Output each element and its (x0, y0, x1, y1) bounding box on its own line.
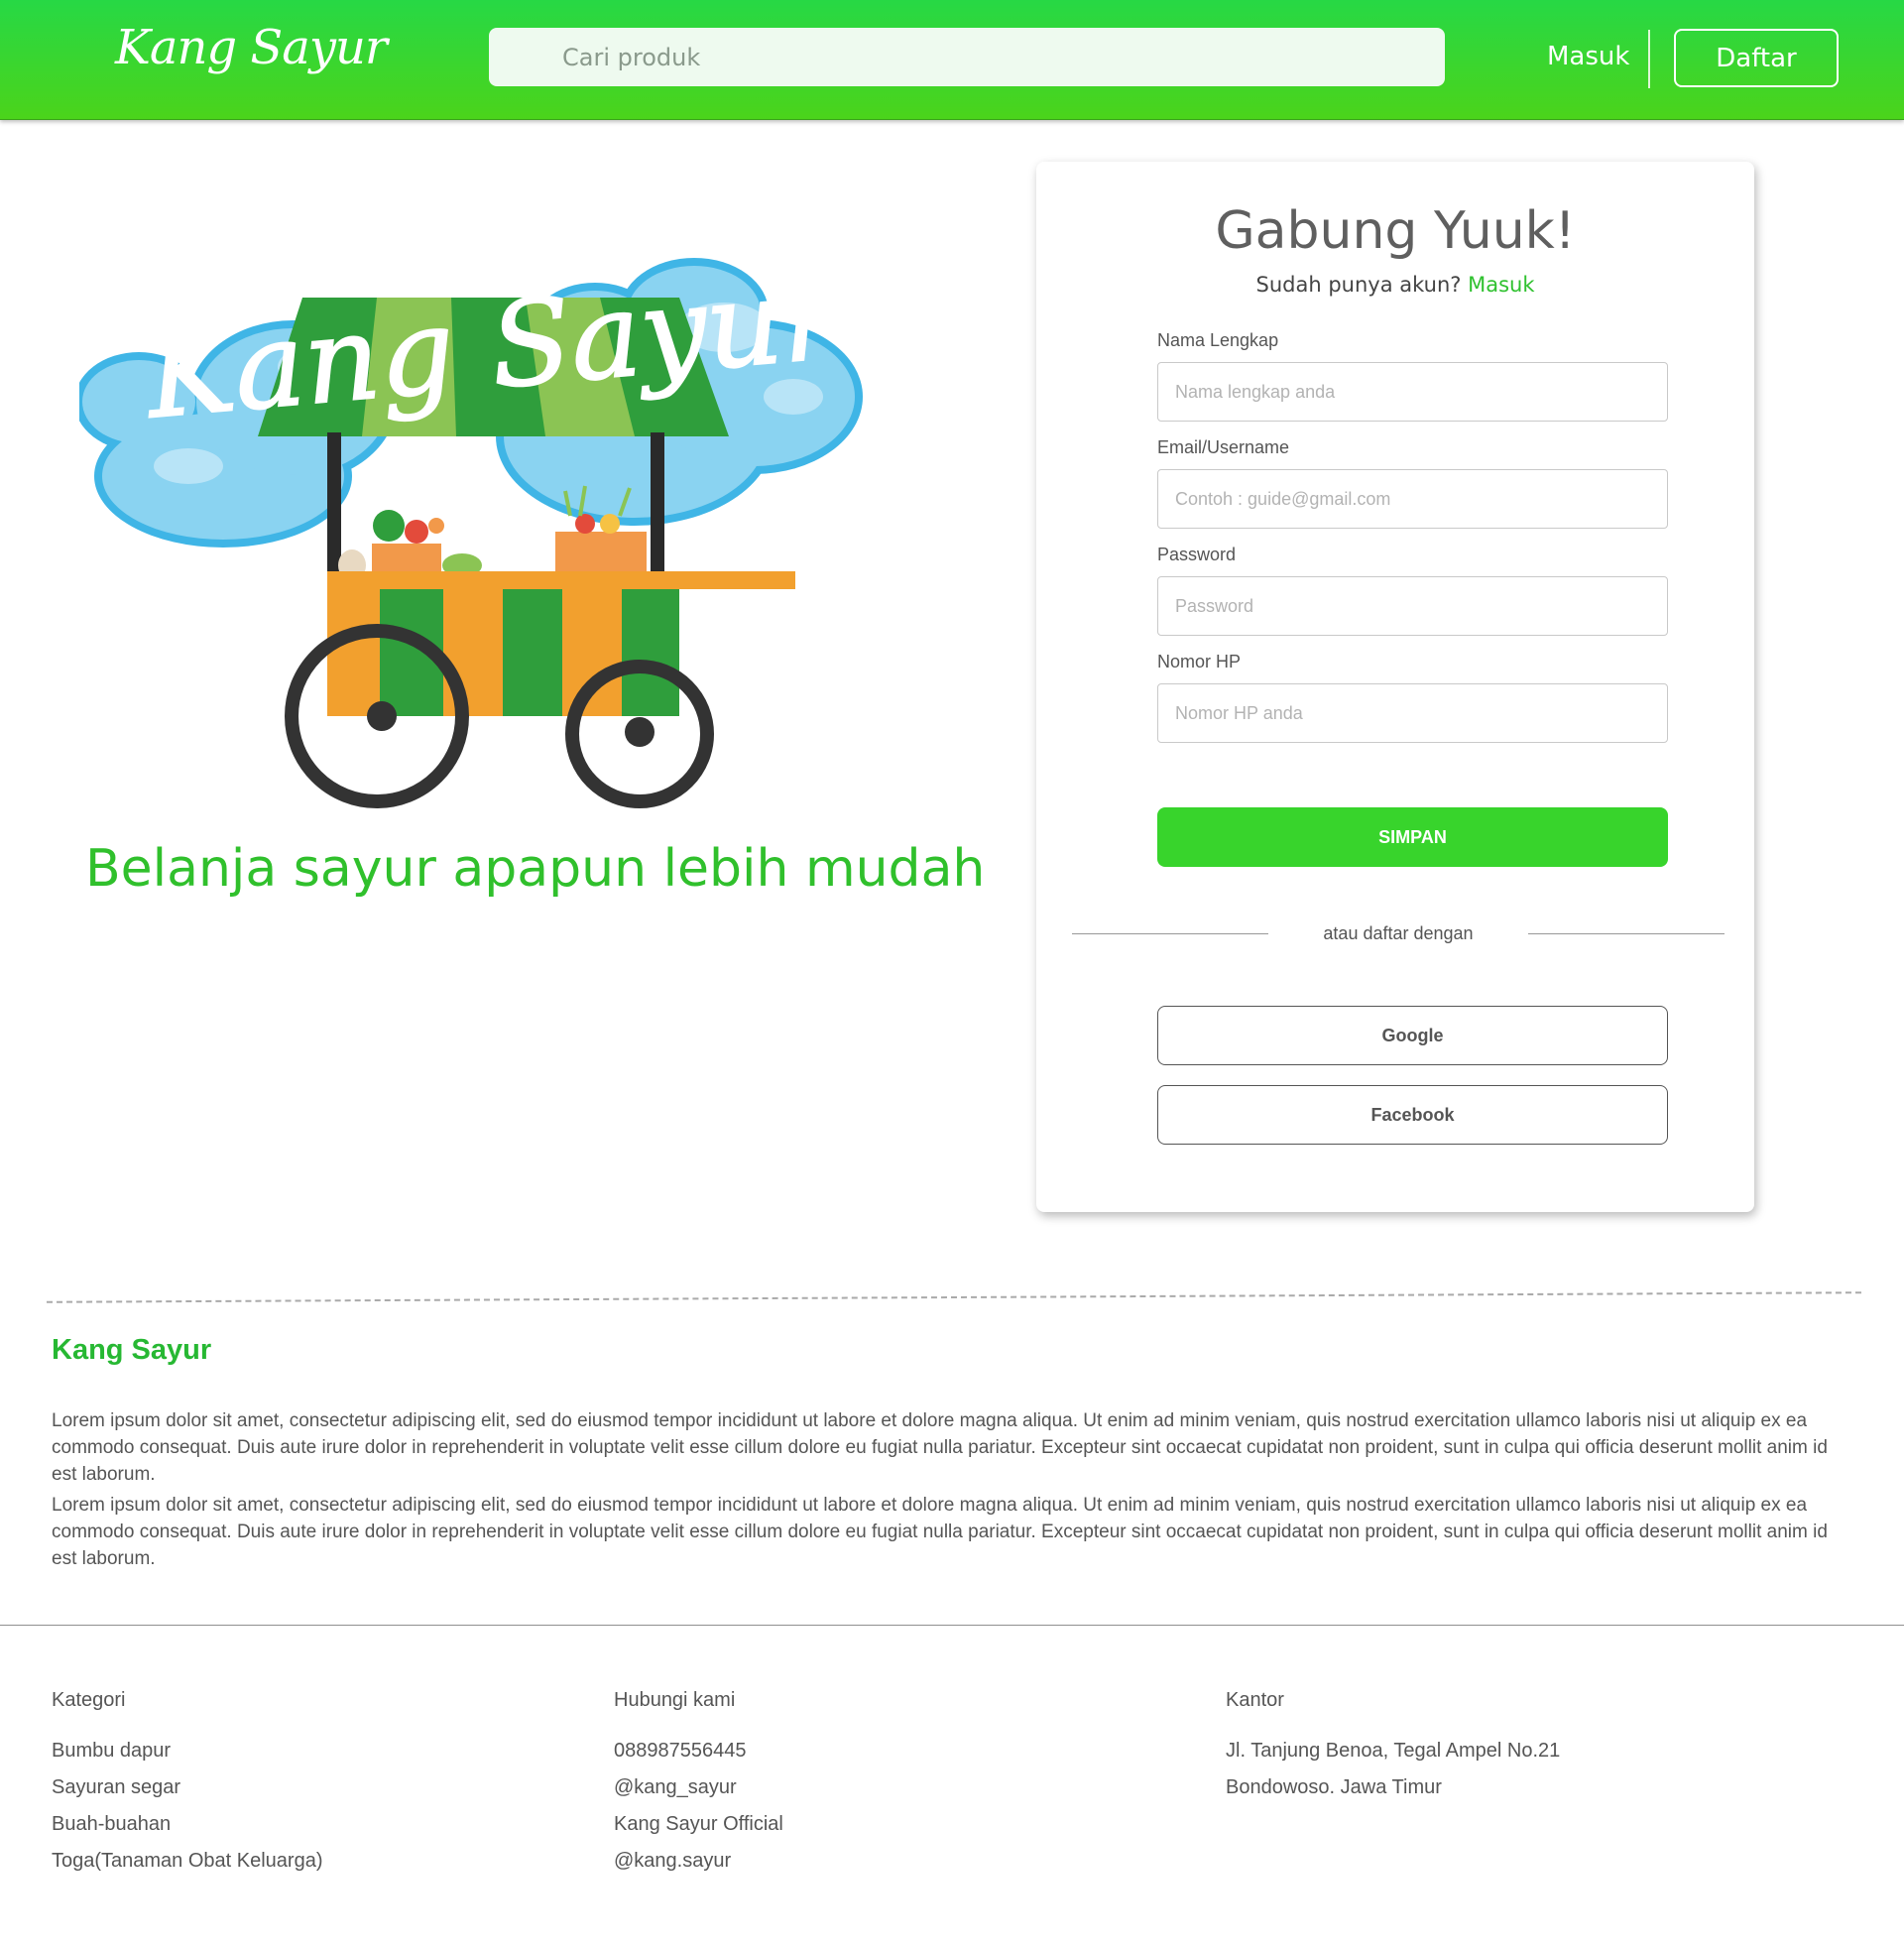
footer-link[interactable]: Bumbu dapur (52, 1733, 323, 1769)
email-input[interactable] (1157, 469, 1668, 529)
footer-heading: Kantor (1226, 1689, 1284, 1711)
about-paragraph: Lorem ipsum dolor sit amet, consectetur … (52, 1495, 1828, 1569)
vegetable-cart-illustration: Kang Sayur (79, 246, 863, 808)
footer-link[interactable]: 088987556445 (614, 1733, 783, 1769)
password-input[interactable] (1157, 576, 1668, 636)
footer-link[interactable]: @kang_sayur (614, 1769, 783, 1806)
label-email: Email/Username (1157, 437, 1290, 457)
cart-counter (327, 571, 795, 589)
search-input[interactable] (489, 28, 1445, 86)
phone-input[interactable] (1157, 683, 1668, 743)
login-link[interactable]: Masuk (1547, 42, 1629, 71)
google-signup-button[interactable]: Google (1157, 1006, 1668, 1065)
form-subtitle-text: Sudah punya akun? (1255, 273, 1462, 297)
footer-link[interactable]: Sayuran segar (52, 1769, 323, 1806)
section-divider (47, 1291, 1861, 1303)
form-subtitle: Sudah punya akun? Masuk (1036, 273, 1754, 297)
footer-heading: Hubungi kami (614, 1689, 736, 1711)
full-name-input[interactable] (1157, 362, 1668, 422)
facebook-signup-button[interactable]: Facebook (1157, 1085, 1668, 1145)
footer-column-kategori: Kategori Bumbu dapur Sayuran segar Buah-… (52, 1689, 323, 1880)
form-title: Gabung Yuuk! (1215, 201, 1576, 261)
label-password: Password (1157, 545, 1237, 564)
login-link-inline[interactable]: Masuk (1468, 273, 1534, 297)
label-full-name: Nama Lengkap (1157, 330, 1279, 350)
hero-tagline: Belanja sayur apapun lebih mudah (85, 839, 986, 899)
about-title: Kang Sayur (52, 1334, 212, 1366)
footer-address: Bondowoso. Jawa Timur (1226, 1776, 1442, 1798)
label-phone: Nomor HP (1157, 652, 1242, 671)
footer-column-hubungi: Hubungi kami 088987556445 @kang_sayur Ka… (614, 1689, 783, 1880)
footer-address: Jl. Tanjung Benoa, Tegal Ampel No.21 (1226, 1740, 1561, 1762)
top-navbar: Kang Sayur Masuk Daftar (0, 0, 1904, 120)
footer-heading: Kategori (52, 1689, 126, 1711)
footer-divider (0, 1625, 1904, 1626)
nav-divider (1648, 30, 1650, 88)
footer-link[interactable]: Kang Sayur Official (614, 1806, 783, 1843)
save-button[interactable]: SIMPAN (1157, 807, 1668, 867)
brand-logo[interactable]: Kang Sayur (115, 20, 388, 75)
about-paragraph: Lorem ipsum dolor sit amet, consectetur … (52, 1410, 1828, 1485)
divider-right (1528, 933, 1725, 934)
register-form-card: Gabung Yuuk! Sudah punya akun? Masuk Nam… (1036, 162, 1754, 1212)
register-button[interactable]: Daftar (1674, 29, 1839, 87)
footer-column-kantor: Kantor Jl. Tanjung Benoa, Tegal Ampel No… (1226, 1689, 1560, 1806)
footer-link[interactable]: Toga(Tanaman Obat Keluarga) (52, 1843, 323, 1880)
footer-link[interactable]: Buah-buahan (52, 1806, 323, 1843)
footer-link[interactable]: @kang.sayur (614, 1843, 783, 1880)
